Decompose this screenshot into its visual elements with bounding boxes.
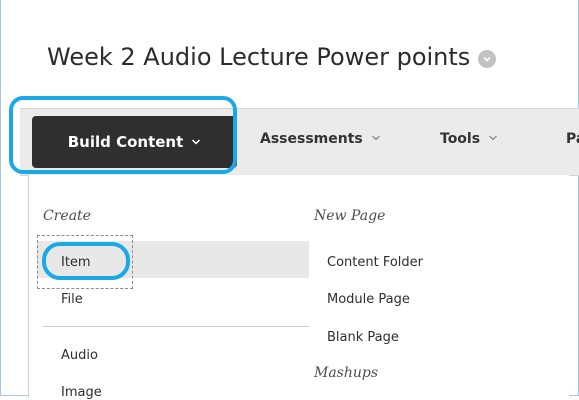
- assessments-label: Assessments: [260, 131, 363, 147]
- menu-item-content-folder[interactable]: Content Folder: [327, 255, 423, 270]
- partial-menu-label: Pa: [566, 131, 579, 147]
- chevron-down-circle-icon[interactable]: [478, 50, 497, 68]
- tools-menu[interactable]: Tools: [440, 131, 498, 147]
- menu-item-module-page[interactable]: Module Page: [327, 292, 410, 307]
- menu-item-file[interactable]: File: [61, 292, 83, 307]
- create-group-label: Create: [43, 208, 91, 224]
- assessments-menu[interactable]: Assessments: [260, 131, 381, 147]
- page-title: Week 2 Audio Lecture Power points: [47, 43, 497, 71]
- menu-divider: [43, 326, 309, 327]
- mashups-group-label: Mashups: [314, 365, 379, 381]
- new-page-group-label: New Page: [314, 208, 386, 224]
- page-title-text: Week 2 Audio Lecture Power points: [47, 43, 471, 71]
- build-content-highlight: [9, 96, 237, 174]
- tools-label: Tools: [440, 131, 481, 147]
- chevron-down-icon: [488, 131, 498, 147]
- menu-item-image[interactable]: Image: [61, 385, 102, 400]
- menu-item-audio[interactable]: Audio: [61, 348, 98, 363]
- build-content-dropdown: Create New Page Mashups Item File Audio …: [28, 175, 569, 400]
- item-highlight: [42, 242, 130, 280]
- chevron-down-icon: [371, 131, 381, 147]
- menu-item-blank-page[interactable]: Blank Page: [327, 330, 399, 345]
- partial-menu-item[interactable]: Pa: [566, 131, 579, 147]
